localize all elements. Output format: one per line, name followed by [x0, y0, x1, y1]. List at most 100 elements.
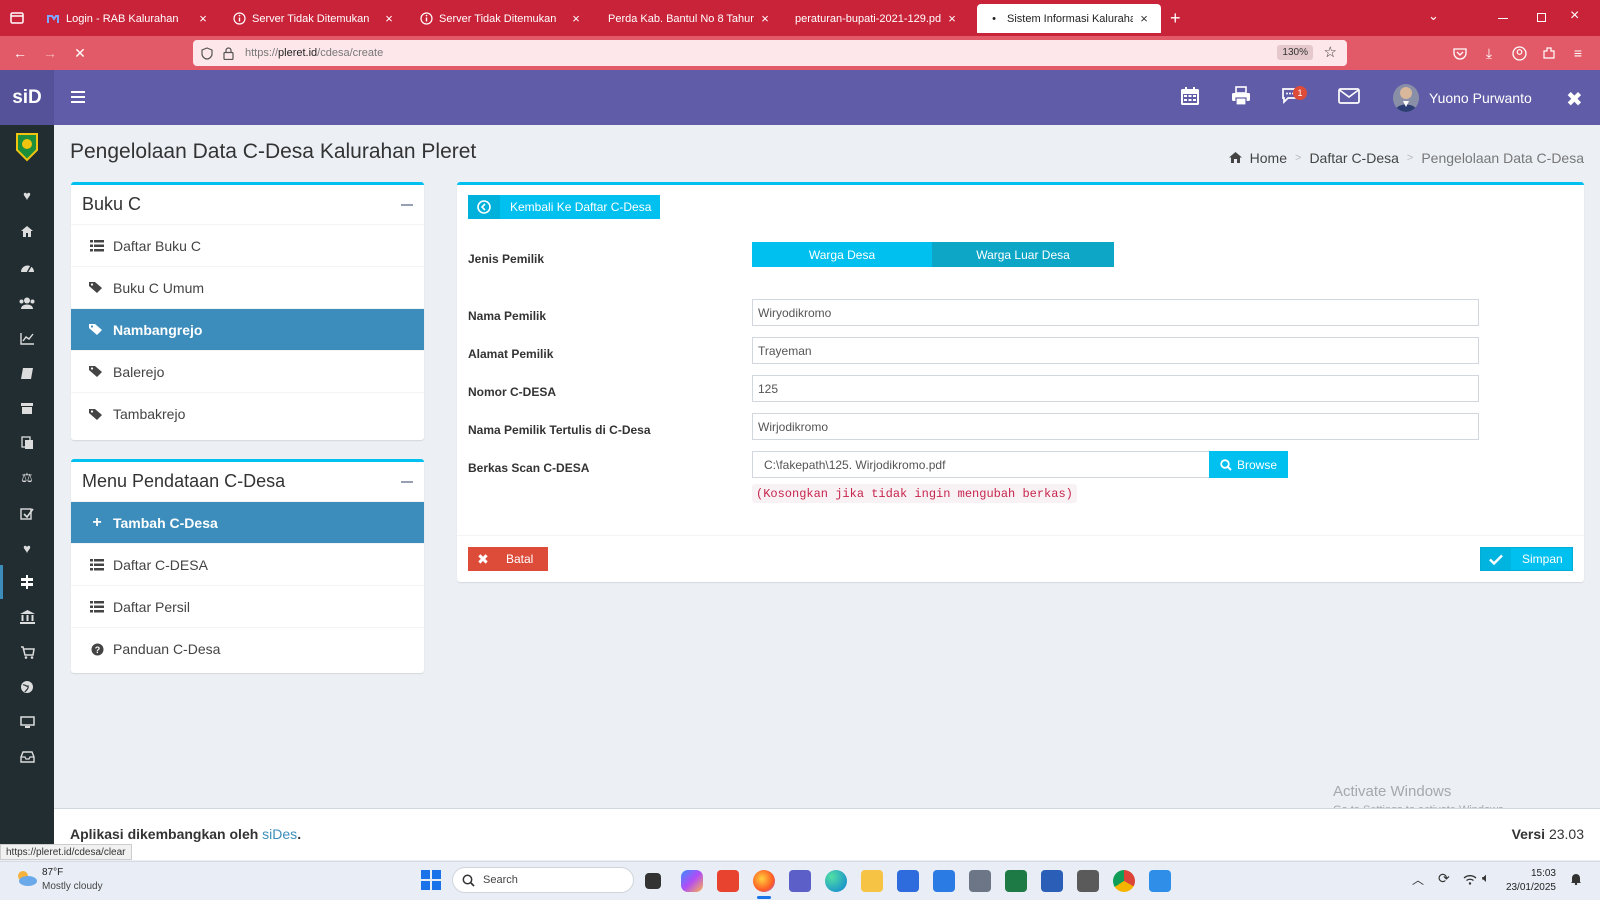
mail-icon[interactable] — [933, 870, 955, 892]
printer-app-icon[interactable] — [1077, 870, 1099, 892]
line-chart-icon[interactable] — [17, 328, 37, 348]
file-explorer-icon[interactable] — [861, 870, 883, 892]
bookmark-star-icon[interactable]: ☆ — [1324, 43, 1337, 61]
word-icon[interactable] — [1041, 870, 1063, 892]
restore-icon[interactable] — [1537, 13, 1546, 22]
breadcrumb-list-link[interactable]: Daftar C-Desa — [1309, 150, 1398, 166]
excel-icon[interactable] — [1005, 870, 1027, 892]
menu-item-panduan-c-desa[interactable]: ? Panduan C-Desa — [71, 628, 424, 670]
desktop-icon[interactable] — [17, 712, 37, 732]
cart-icon[interactable] — [17, 642, 37, 662]
menu-item-daftar-c-desa[interactable]: Daftar C-DESA — [71, 544, 424, 586]
check-square-icon[interactable] — [17, 503, 37, 523]
heart-icon[interactable]: ♥ — [17, 538, 37, 558]
close-icon[interactable]: × — [569, 11, 583, 26]
home-icon[interactable] — [17, 221, 37, 241]
extensions-icon[interactable] — [1540, 44, 1558, 62]
menu-item-nambangrejo-active[interactable]: Nambangrejo — [71, 309, 424, 351]
clock-time[interactable]: 15:03 — [1524, 868, 1556, 879]
archive-icon[interactable] — [17, 398, 37, 418]
store-icon[interactable] — [897, 870, 919, 892]
download-icon[interactable]: ⤓ — [1480, 44, 1498, 62]
browser-tab-3[interactable]: Server Tidak Ditemukan × — [409, 4, 593, 33]
chevron-down-icon[interactable]: ⌄ — [1428, 8, 1439, 24]
forward-arrow-icon[interactable]: → — [41, 44, 59, 62]
stop-loading-icon[interactable]: ✕ — [71, 44, 89, 62]
warga-luar-desa-option[interactable]: Warga Luar Desa — [932, 242, 1114, 267]
bank-icon[interactable] — [17, 607, 37, 627]
close-icon[interactable]: × — [758, 11, 772, 26]
users-icon[interactable] — [17, 293, 37, 313]
berkas-scan-input[interactable]: C:\fakepath\125. Wirjodikromo.pdf — [752, 451, 1210, 478]
alamat-pemilik-input[interactable]: Trayeman — [752, 337, 1479, 364]
menu-item-daftar-buku-c[interactable]: Daftar Buku C — [71, 225, 424, 267]
heartbeat-icon[interactable]: ♥ — [17, 185, 37, 205]
minimize-icon[interactable] — [1498, 18, 1508, 19]
envelope-icon[interactable] — [1337, 84, 1361, 108]
windows-start-icon[interactable] — [421, 870, 441, 890]
menu-item-buku-c-umum[interactable]: Buku C Umum — [71, 267, 424, 309]
calendar-icon[interactable] — [1178, 84, 1202, 108]
wifi-icon[interactable] — [1463, 872, 1477, 890]
files-icon[interactable] — [17, 433, 37, 453]
browse-button[interactable]: Browse — [1209, 451, 1288, 478]
close-icon[interactable]: × — [945, 11, 959, 26]
office-icon[interactable] — [717, 870, 739, 892]
warga-desa-option[interactable]: Warga Desa — [752, 242, 932, 267]
user-name[interactable]: Yuono Purwanto — [1429, 90, 1532, 106]
tab-overview-icon[interactable] — [8, 9, 26, 27]
globe-icon[interactable] — [17, 677, 37, 697]
hamburger-menu-icon[interactable] — [66, 85, 90, 109]
chevron-up-icon[interactable]: ︿ — [1412, 871, 1424, 888]
weather-icon[interactable] — [14, 868, 38, 888]
browser-tab-2[interactable]: Server Tidak Ditemukan × — [222, 4, 406, 33]
avatar[interactable] — [1393, 84, 1419, 112]
close-icon[interactable]: × — [196, 11, 210, 26]
weather-temp[interactable]: 87°F — [42, 867, 63, 878]
teams-icon[interactable] — [789, 870, 811, 892]
browser-tab-4[interactable]: Perda Kab. Bantul No 8 Tahun 2020 | × — [598, 4, 782, 33]
close-icon[interactable]: × — [382, 11, 396, 26]
book-icon[interactable] — [17, 363, 37, 383]
nama-pemilik-input[interactable]: Wiryodikromo — [752, 299, 1479, 326]
nama-tertulis-input[interactable]: Wirjodikromo — [752, 413, 1479, 440]
dashboard-icon[interactable] — [17, 257, 37, 277]
sync-icon[interactable]: ⟳ — [1438, 870, 1450, 887]
back-arrow-icon[interactable]: ← — [11, 44, 29, 62]
weather-desc[interactable]: Mostly cloudy — [42, 881, 103, 892]
back-to-list-button[interactable]: Kembali Ke Daftar C-Desa — [468, 195, 660, 219]
firefox-icon[interactable] — [753, 870, 775, 892]
close-window-icon[interactable]: × — [1570, 7, 1579, 25]
browser-tab-5[interactable]: peraturan-bupati-2021-129.pdf × — [785, 4, 969, 33]
sides-link[interactable]: siDes — [262, 826, 297, 842]
task-view-icon[interactable] — [645, 873, 661, 889]
browser-tab-6-active[interactable]: • Sistem Informasi Kalurahan Pler × — [977, 4, 1161, 33]
collapse-icon[interactable] — [401, 203, 413, 206]
menu-item-tambah-c-desa-active[interactable]: + Tambah C-Desa — [71, 502, 424, 544]
close-icon[interactable]: ✖ — [1566, 87, 1583, 112]
menu-item-balerejo[interactable]: Balerejo — [71, 351, 424, 393]
menu-item-tambakrejo[interactable]: Tambakrejo — [71, 393, 424, 435]
cancel-button[interactable]: ✖ Batal — [468, 547, 548, 571]
inbox-icon[interactable] — [17, 747, 37, 767]
close-icon[interactable]: × — [1137, 11, 1151, 26]
menu-item-daftar-persil[interactable]: Daftar Persil — [71, 586, 424, 628]
copilot-icon[interactable] — [681, 870, 703, 892]
volume-icon[interactable]: 🔈︎ — [1482, 870, 1490, 886]
map-signs-icon[interactable] — [17, 572, 37, 592]
chrome-icon[interactable] — [1113, 870, 1135, 892]
printer-icon[interactable] — [1229, 84, 1253, 108]
browser-tab-1[interactable]: Login - RAB Kalurahan × — [36, 4, 220, 33]
save-button[interactable]: Simpan — [1480, 547, 1573, 571]
balance-scale-icon[interactable]: ⚖ — [17, 468, 37, 488]
clock-date[interactable]: 23/01/2025 — [1504, 882, 1556, 893]
breadcrumb-home-link[interactable]: Home — [1250, 150, 1287, 166]
collapse-icon[interactable] — [401, 480, 413, 483]
zoom-badge[interactable]: 130% — [1277, 45, 1313, 60]
address-bar[interactable]: https://pleret.id/cdesa/create 130% ☆ — [193, 40, 1347, 66]
pocket-icon[interactable] — [1451, 44, 1469, 62]
menu-icon[interactable]: ≡ — [1569, 44, 1587, 62]
paint-icon[interactable] — [1149, 870, 1171, 892]
account-icon[interactable] — [1510, 44, 1528, 62]
notifications-bell-icon[interactable] — [1570, 872, 1582, 890]
